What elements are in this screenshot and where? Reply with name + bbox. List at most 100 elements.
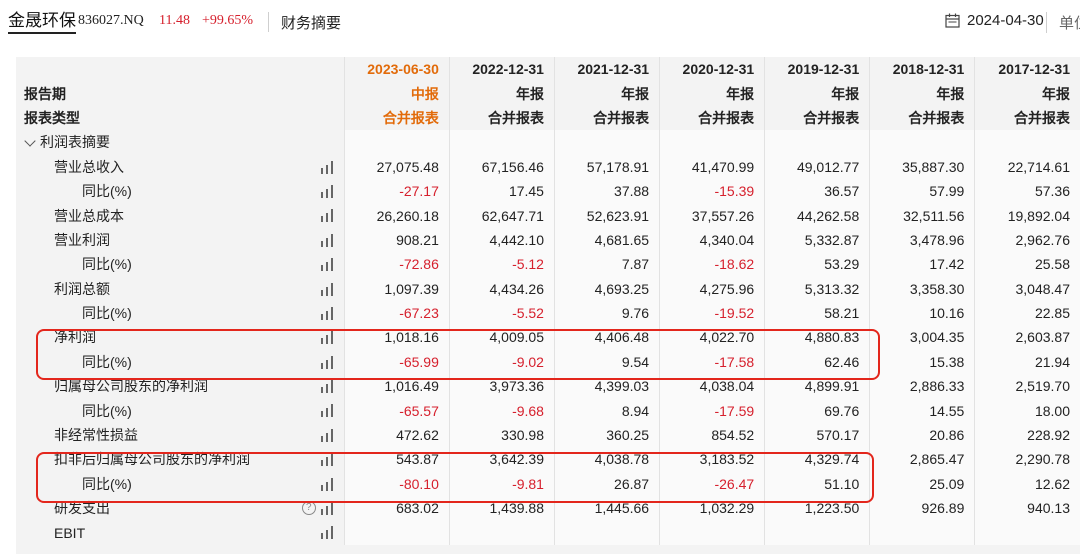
price-change: +99.65% — [202, 13, 254, 28]
value-cell: 1,032.29 — [659, 496, 765, 521]
date-selector[interactable]: 2024-04-30 — [967, 12, 1044, 29]
value-cell: 1,445.66 — [553, 496, 660, 521]
value-cell: 52,623.91 — [553, 203, 660, 228]
value-cell: 2,603.87 — [974, 325, 1080, 350]
row-label: 同比(%) — [82, 353, 132, 370]
bar-chart-icon[interactable] — [320, 380, 334, 394]
value-cell: 53.29 — [764, 252, 870, 277]
value-cell: 2,865.47 — [869, 447, 975, 472]
value-cell: -17.59 — [659, 398, 765, 423]
stock-name[interactable]: 金晟环保 — [8, 10, 76, 34]
row-label: 利润总额 — [54, 280, 110, 297]
bar-chart-icon[interactable] — [320, 282, 334, 296]
chevron-down-icon[interactable] — [24, 135, 36, 148]
section-toggle[interactable]: 利润表摘要 — [16, 130, 344, 154]
empty-cell — [869, 130, 975, 155]
value-cell: 1,016.49 — [343, 374, 450, 399]
value-cell: 4,038.04 — [659, 374, 765, 399]
row-label-cell: 同比(%) — [16, 398, 344, 422]
unit-selector[interactable]: 单位 — [1046, 12, 1080, 33]
table-row: 利润总额 1,097.39 4,434.26 4,693.25 4,275.96 5,31… — [16, 276, 1080, 301]
help-icon[interactable]: ? — [301, 501, 316, 516]
empty-cell — [659, 130, 765, 155]
value-cell: 57.36 — [974, 178, 1080, 204]
page-title: 财务摘要 — [281, 15, 342, 32]
row-label-cell: 净利润 — [16, 325, 344, 349]
value-cell: 4,340.04 — [659, 227, 765, 253]
bar-chart-icon[interactable] — [320, 233, 334, 247]
value-cell: -5.52 — [448, 300, 555, 326]
header-label: 报表类型 — [24, 109, 80, 126]
value-cell: -26.47 — [659, 471, 765, 497]
calendar-icon[interactable] — [945, 13, 960, 28]
value-cell: 5,313.32 — [764, 276, 870, 301]
bar-chart-icon[interactable] — [320, 209, 334, 223]
value-cell: 10.16 — [869, 300, 975, 326]
value-cell: 67,156.46 — [448, 154, 555, 179]
section-title: 利润表摘要 — [40, 134, 110, 151]
bar-chart-icon[interactable] — [320, 502, 334, 516]
header-cell: 合并报表 — [869, 105, 975, 131]
bar-chart-icon[interactable] — [320, 453, 334, 467]
row-label: 非经常性损益 — [54, 427, 138, 444]
stock-price: 11.48 — [159, 13, 190, 28]
value-cell: 9.76 — [553, 300, 660, 326]
header-cell: 中报 — [343, 81, 450, 106]
section-row[interactable]: 利润表摘要 — [16, 130, 1080, 155]
row-label: 营业总成本 — [54, 207, 124, 224]
bar-chart-icon[interactable] — [320, 477, 334, 491]
header-cell: 合并报表 — [343, 105, 450, 131]
value-cell: 8.94 — [553, 398, 660, 423]
bar-chart-icon[interactable] — [320, 258, 334, 272]
table-row: 扣非后归属母公司股东的净利润 543.87 3,642.39 4,038.78 3,18… — [16, 447, 1080, 472]
value-cell: 4,275.96 — [659, 276, 765, 301]
table-row: 非经常性损益 472.62 330.98 360.25 854.52 570.17 20.8… — [16, 422, 1080, 448]
bar-chart-icon[interactable] — [320, 428, 334, 442]
value-cell: 570.17 — [764, 422, 870, 448]
table-row: EBIT — [16, 520, 1080, 545]
value-cell: 854.52 — [659, 422, 765, 448]
value-cell: 3,358.30 — [869, 276, 975, 301]
bar-chart-icon[interactable] — [320, 526, 334, 540]
table-row: 研发支出? 683.02 1,439.88 1,445.66 1,032.29 1,223… — [16, 496, 1080, 521]
bar-chart-icon[interactable] — [320, 404, 334, 418]
header-row: 报告期 中报 年报 年报 年报 年报 年报 年报 — [16, 81, 1080, 106]
header-cell: 2022-12-31 — [448, 57, 555, 82]
value-cell: 3,004.35 — [869, 325, 975, 350]
row-label-cell: 同比(%) — [16, 252, 344, 276]
row-label-cell: 同比(%) — [16, 472, 344, 496]
row-label-cell: 营业总成本 — [16, 203, 344, 227]
value-cell: 57,178.91 — [553, 154, 660, 179]
row-label: 营业总收入 — [54, 158, 124, 175]
row-label-cell: 扣非后归属母公司股东的净利润 — [16, 447, 344, 471]
row-label: 同比(%) — [82, 402, 132, 419]
header-cell: 年报 — [659, 81, 765, 106]
value-cell: 4,434.26 — [448, 276, 555, 301]
bar-chart-icon[interactable] — [320, 355, 334, 369]
value-cell: 4,009.05 — [448, 325, 555, 350]
value-cell — [343, 520, 450, 545]
data-table: 2023-06-30 2022-12-31 2021-12-31 2020-12-31… — [16, 57, 1080, 545]
bar-chart-icon[interactable] — [320, 160, 334, 174]
header-label — [16, 57, 344, 81]
value-cell: 330.98 — [448, 422, 555, 448]
row-label-cell: 非经常性损益 — [16, 423, 344, 447]
bar-chart-icon[interactable] — [320, 184, 334, 198]
stock-code: 836027.NQ — [78, 13, 144, 28]
value-cell: 4,406.48 — [553, 325, 660, 350]
value-cell: 25.09 — [869, 471, 975, 497]
empty-cell — [764, 130, 870, 155]
empty-cell — [553, 130, 660, 155]
header-row: 2023-06-30 2022-12-31 2021-12-31 2020-12-31… — [16, 57, 1080, 82]
table-row: 净利润 1,018.16 4,009.05 4,406.48 4,022.70 4,880… — [16, 325, 1080, 350]
value-cell: 4,880.83 — [764, 325, 870, 350]
table-row: 同比(%) -65.99 -9.02 9.54 -17.58 62.46 15.38 21.9… — [16, 349, 1080, 375]
bar-chart-icon[interactable] — [320, 306, 334, 320]
value-cell: 4,329.74 — [764, 447, 870, 472]
table-row: 同比(%) -80.10 -9.81 26.87 -26.47 51.10 25.09 12.… — [16, 471, 1080, 497]
table-row: 营业利润 908.21 4,442.10 4,681.65 4,340.04 5,332.… — [16, 227, 1080, 253]
bar-chart-icon[interactable] — [320, 331, 334, 345]
value-cell: -19.52 — [659, 300, 765, 326]
value-cell: 9.54 — [553, 349, 660, 375]
value-cell: 62.46 — [764, 349, 870, 375]
